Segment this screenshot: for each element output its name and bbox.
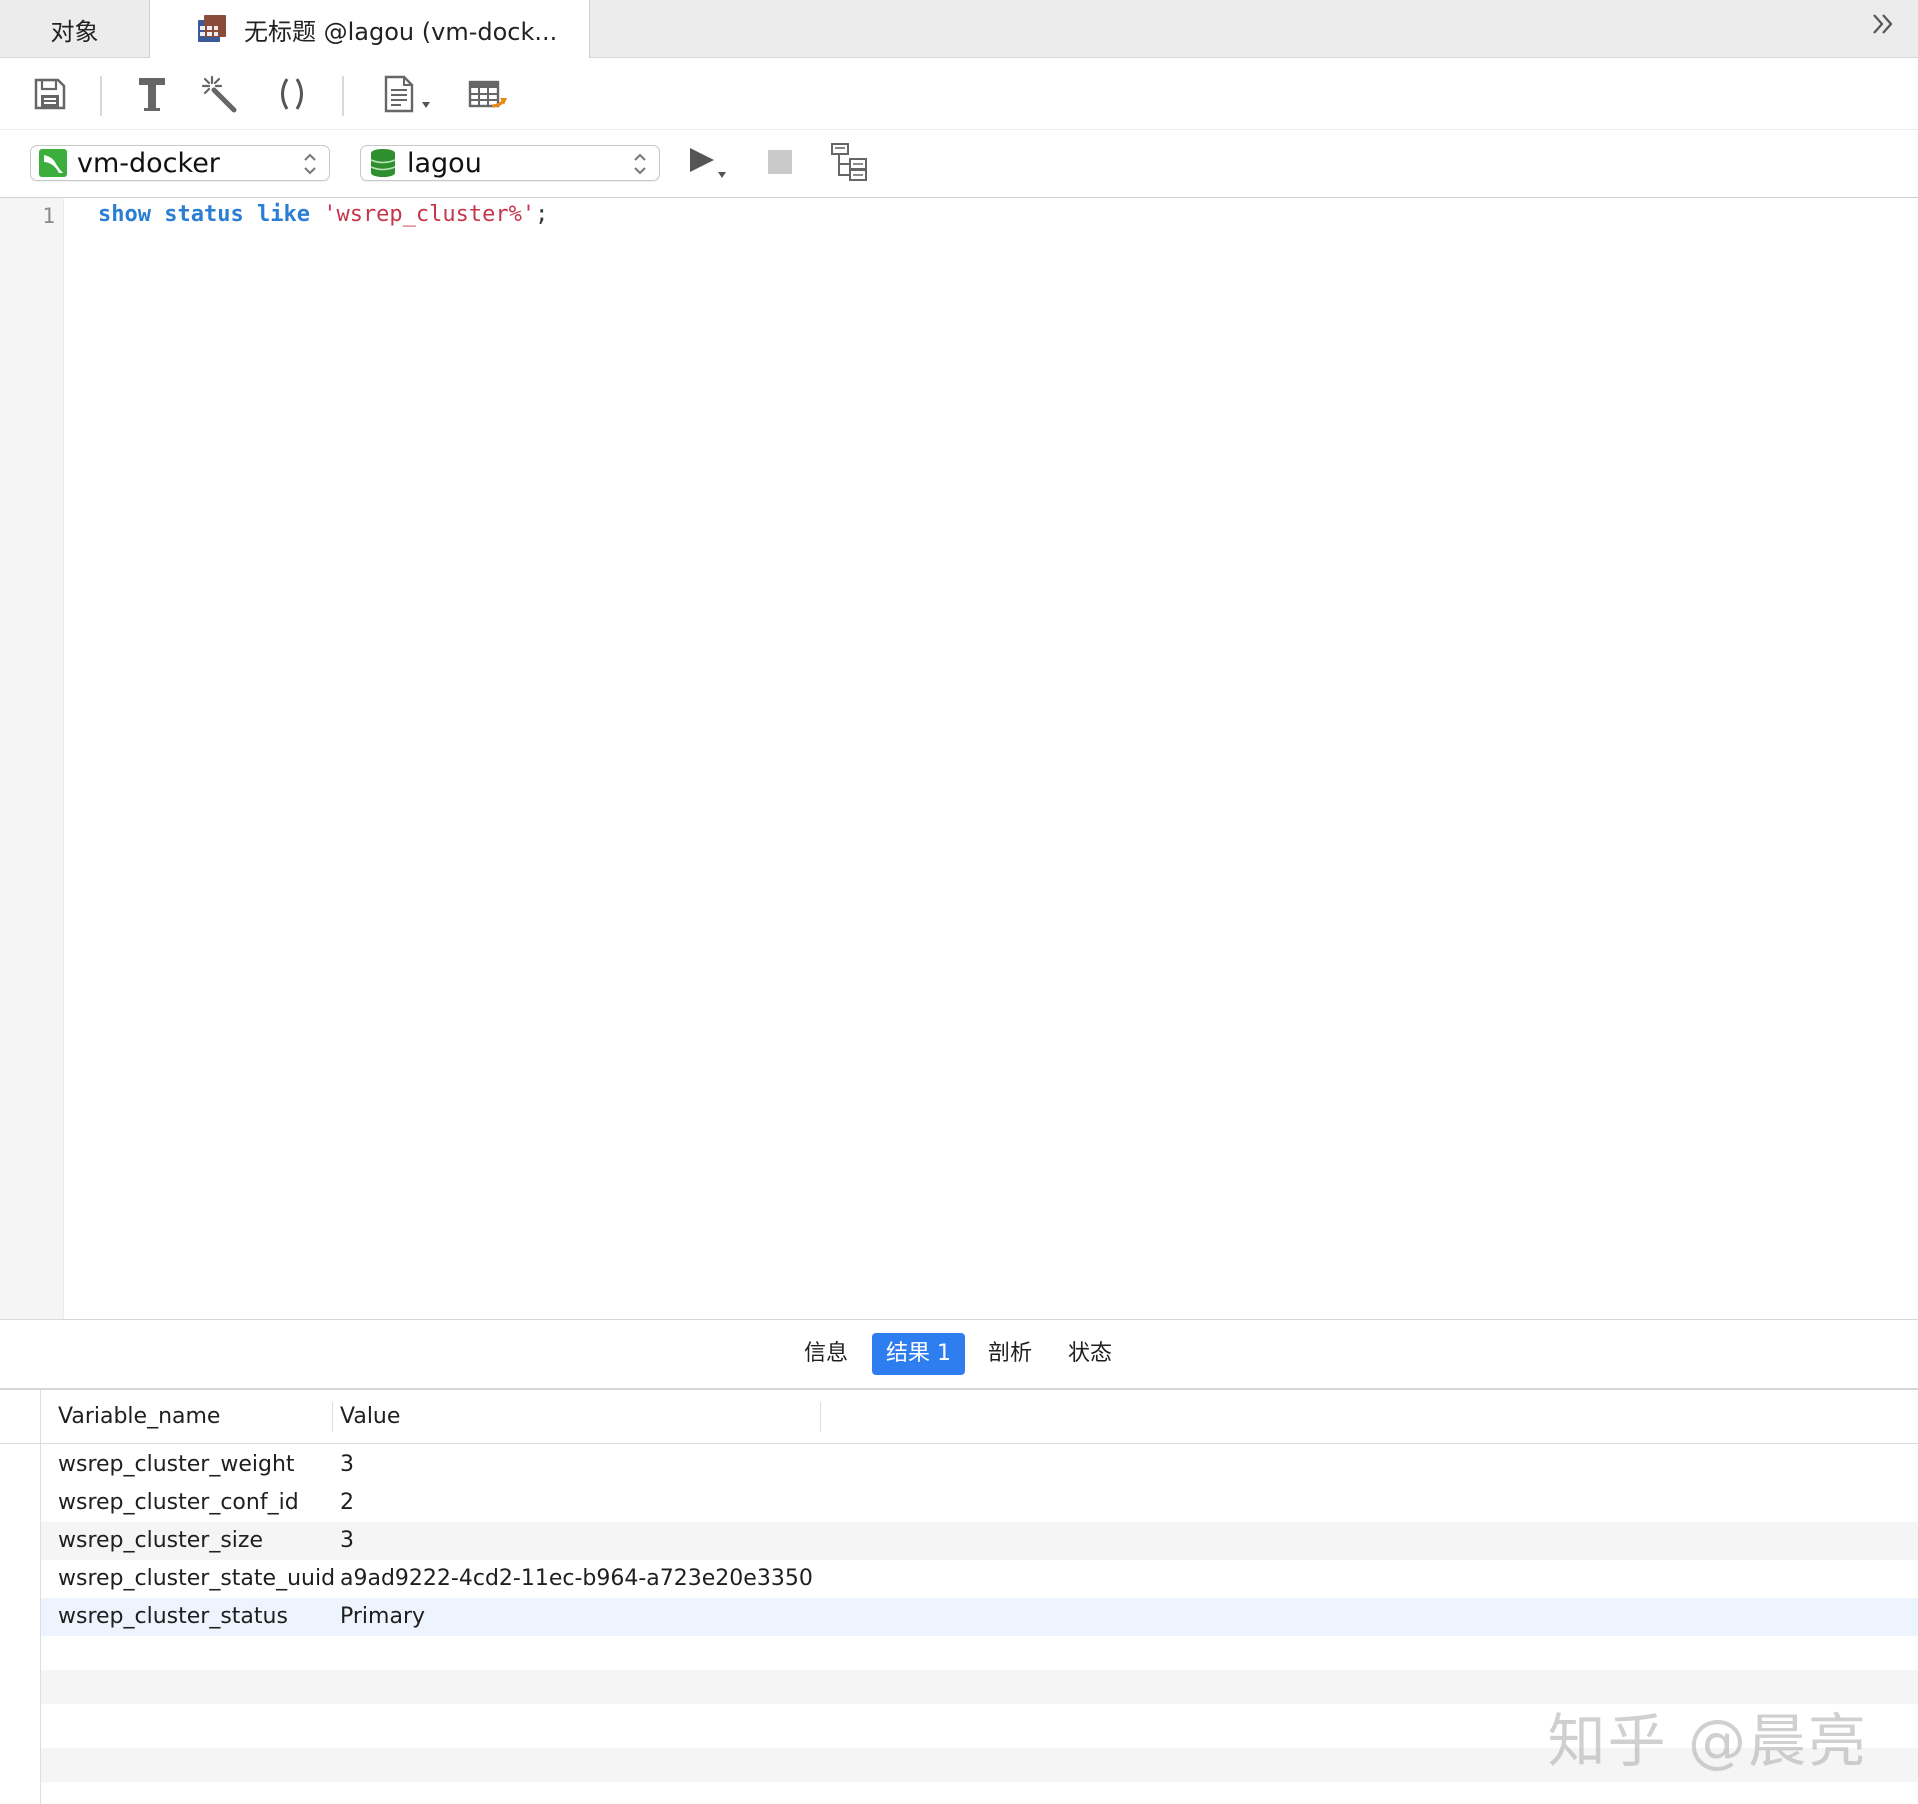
query-table-icon [196, 14, 228, 50]
play-icon [688, 142, 734, 186]
explain-button[interactable] [830, 142, 870, 186]
line-number: 1 [42, 204, 55, 228]
column-divider[interactable] [332, 1402, 333, 1432]
save-button[interactable] [30, 76, 70, 116]
format-icon [135, 74, 169, 118]
cell-value[interactable]: 2 [340, 1484, 354, 1522]
toolbar-divider [342, 76, 344, 116]
cell-variable-name[interactable]: wsrep_cluster_conf_id [58, 1484, 299, 1522]
format-button[interactable] [132, 76, 172, 116]
cell-value[interactable]: 3 [340, 1522, 354, 1560]
table-row[interactable]: wsrep_cluster_size 3 [0, 1522, 1918, 1560]
tab-info[interactable]: 信息 [790, 1333, 862, 1375]
sql-editor[interactable]: 1 show status like 'wsrep_cluster%'; [0, 198, 1918, 1320]
stop-icon [766, 148, 794, 180]
export-results-button[interactable] [466, 76, 514, 116]
server-select[interactable]: vm-docker [30, 145, 330, 181]
keyword-status: status [164, 202, 244, 227]
table-row[interactable]: wsrep_cluster_conf_id 2 [0, 1484, 1918, 1522]
snippet-button[interactable] [382, 74, 438, 118]
column-divider[interactable] [820, 1402, 821, 1432]
database-select[interactable]: lagou [360, 145, 660, 181]
code-line[interactable]: show status like 'wsrep_cluster%'; [98, 202, 548, 227]
document-icon [382, 74, 438, 118]
stop-button[interactable] [766, 144, 794, 184]
run-button[interactable] [688, 144, 734, 184]
table-row[interactable]: wsrep_cluster_status Primary [0, 1598, 1918, 1636]
statement-terminator: ; [535, 202, 549, 227]
beautify-button[interactable] [200, 74, 240, 118]
column-header-variable-name[interactable]: Variable_name [58, 1390, 220, 1444]
tab-profile[interactable]: 剖析 [974, 1333, 1046, 1375]
cell-value[interactable]: a9ad9222-4cd2-11ec-b964-a723e20e3350 [340, 1560, 813, 1598]
result-tabs: 信息 结果 1 剖析 状态 [0, 1320, 1918, 1390]
magic-wand-icon [200, 74, 240, 118]
save-icon [32, 76, 68, 116]
keyword-like: like [256, 202, 310, 227]
cell-variable-name[interactable]: wsrep_cluster_status [58, 1598, 288, 1636]
cell-variable-name[interactable]: wsrep_cluster_weight [58, 1446, 295, 1484]
cell-value[interactable]: 3 [340, 1446, 354, 1484]
string-literal: 'wsrep_cluster%' [323, 202, 536, 227]
tab-status[interactable]: 状态 [1054, 1333, 1126, 1375]
parentheses-icon [276, 74, 308, 118]
toolbar-divider [100, 76, 102, 116]
watermark: 知乎 @晨亮 [1547, 1707, 1868, 1775]
table-export-icon [468, 74, 512, 118]
table-header: Variable_name Value [0, 1390, 1918, 1444]
parentheses-button[interactable] [272, 76, 312, 116]
cell-variable-name[interactable]: wsrep_cluster_size [58, 1522, 263, 1560]
database-select-value: lagou [407, 147, 482, 179]
tab-query[interactable]: 无标题 @lagou (vm-dock... [150, 0, 590, 59]
explain-tree-icon [830, 142, 870, 186]
editor-toolbar [0, 58, 1918, 130]
tab-overflow-icon[interactable] [1868, 8, 1908, 48]
table-row[interactable]: wsrep_cluster_state_uuid a9ad9222-4cd2-1… [0, 1560, 1918, 1598]
tab-objects-label: 对象 [50, 17, 99, 46]
database-icon [369, 148, 397, 178]
tab-objects[interactable]: 对象 [0, 0, 150, 58]
line-gutter: 1 [0, 198, 64, 1319]
column-header-value[interactable]: Value [340, 1390, 400, 1444]
server-select-value: vm-docker [77, 147, 220, 179]
table-row[interactable]: wsrep_cluster_weight 3 [0, 1446, 1918, 1484]
updown-chevron-icon [631, 150, 649, 185]
keyword-show: show [98, 202, 151, 227]
tab-bar: 对象 无标题 @lagou (vm-dock... [0, 0, 1918, 59]
updown-chevron-icon [301, 150, 319, 185]
tab-query-label: 无标题 @lagou (vm-dock... [244, 18, 558, 46]
tab-result-1[interactable]: 结果 1 [872, 1333, 965, 1375]
cell-variable-name[interactable]: wsrep_cluster_state_uuid [58, 1560, 335, 1598]
cell-value[interactable]: Primary [340, 1598, 425, 1636]
mysql-connection-icon [39, 149, 67, 177]
connection-bar: vm-docker lagou [0, 130, 1918, 198]
